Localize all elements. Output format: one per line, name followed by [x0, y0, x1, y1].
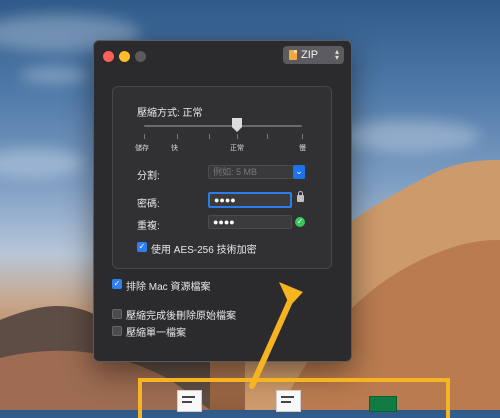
- document-icon[interactable]: [276, 390, 301, 412]
- document-line: [182, 401, 192, 403]
- document-icon[interactable]: [177, 390, 202, 412]
- document-line: [281, 401, 291, 403]
- document-line: [182, 396, 195, 398]
- document-line: [281, 396, 294, 398]
- arrow-icon: [249, 282, 303, 389]
